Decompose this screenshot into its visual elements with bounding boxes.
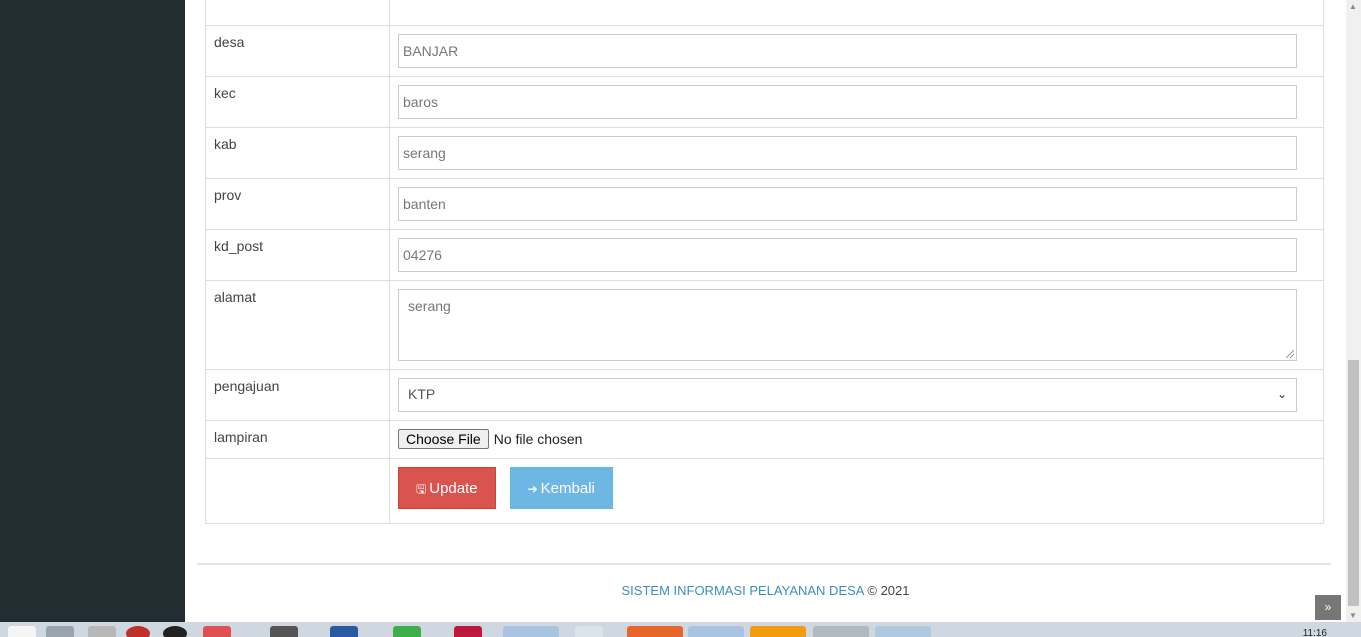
update-label: Update (429, 480, 478, 497)
label-pengajuan: pengajuan (205, 369, 390, 421)
label-kab: kab (205, 127, 390, 179)
row-lampiran: lampiran Choose File No file chosen (205, 420, 1324, 459)
windows-taskbar: 11:16 (0, 622, 1361, 637)
kd-post-input[interactable]: 04276 (398, 238, 1297, 272)
taskbar-app-icon[interactable] (627, 626, 683, 637)
chrome-icon[interactable] (688, 626, 744, 637)
scroll-down-icon[interactable]: ▼ (1349, 611, 1357, 620)
footer-divider (197, 563, 1331, 565)
label-prov: prov (205, 178, 390, 230)
scroll-thumb[interactable] (1348, 360, 1359, 606)
taskbar-app-icon[interactable] (163, 626, 187, 637)
save-icon: 🖫 (416, 482, 427, 496)
taskbar-app-icon[interactable] (875, 626, 931, 637)
taskbar-app-icon[interactable] (454, 626, 482, 637)
label-kec: kec (205, 76, 390, 128)
back-to-top-button[interactable]: » (1315, 595, 1341, 620)
row-kd-post: kd_post 04276 (205, 229, 1324, 281)
sidebar (0, 0, 185, 622)
taskbar-app-icon[interactable] (46, 626, 74, 637)
row-alamat: alamat serang (205, 280, 1324, 370)
taskbar-app-icon[interactable] (393, 626, 421, 637)
start-icon[interactable] (8, 626, 36, 637)
taskbar-app-icon[interactable] (88, 626, 116, 637)
footer-brand-link[interactable]: SISTEM INFORMASI PELAYANAN DESA (622, 583, 864, 598)
kembali-button[interactable]: ➔ Kembali (509, 467, 613, 509)
footer: SISTEM INFORMASI PELAYANAN DESA © 2021 (185, 583, 1346, 598)
taskbar-app-icon[interactable] (813, 626, 869, 637)
choose-file-button[interactable]: Choose File (398, 429, 489, 449)
kembali-label: Kembali (540, 480, 595, 497)
page-scrollbar[interactable]: ▲ ▼ (1346, 0, 1361, 622)
double-chevron-up-icon: » (1324, 600, 1332, 614)
pengajuan-select[interactable]: KTP ⌄ (398, 378, 1297, 412)
taskbar-app-icon[interactable] (203, 626, 231, 637)
resize-grip-icon[interactable] (1286, 350, 1294, 358)
label-desa: desa (205, 25, 390, 77)
taskbar-app-icon[interactable] (270, 626, 298, 637)
kab-input[interactable]: serang (398, 136, 1297, 170)
label-alamat: alamat (205, 280, 390, 370)
taskbar-app-icon[interactable] (750, 626, 806, 637)
taskbar-app-icon[interactable] (330, 626, 358, 637)
footer-copyright: © 2021 (867, 583, 910, 598)
row-desa: desa BANJAR (205, 25, 1324, 77)
row-pengajuan: pengajuan KTP ⌄ (205, 369, 1324, 421)
taskbar-app-icon[interactable] (126, 626, 150, 637)
row-prov: prov banten (205, 178, 1324, 230)
scroll-up-icon[interactable]: ▲ (1349, 2, 1357, 11)
desa-input[interactable]: BANJAR (398, 34, 1297, 68)
alamat-value: serang (408, 298, 451, 314)
alamat-textarea[interactable]: serang (398, 289, 1297, 361)
file-status: No file chosen (493, 431, 583, 447)
main-content: desa BANJAR kec baros kab serang prov ba… (185, 0, 1346, 622)
label-lampiran: lampiran (205, 420, 390, 459)
label-kd-post: kd_post (205, 229, 390, 281)
kec-input[interactable]: baros (398, 85, 1297, 119)
taskbar-app-icon[interactable] (575, 626, 603, 637)
taskbar-app-icon[interactable] (503, 626, 559, 637)
row-kab: kab serang (205, 127, 1324, 179)
pengajuan-selected: KTP (408, 386, 436, 402)
row-actions: 🖫 Update ➔ Kembali (205, 458, 1324, 524)
prov-input[interactable]: banten (398, 187, 1297, 221)
chevron-down-icon: ⌄ (1276, 387, 1287, 401)
row-kec: kec baros (205, 76, 1324, 128)
update-button[interactable]: 🖫 Update (398, 467, 496, 509)
edit-form-table: desa BANJAR kec baros kab serang prov ba… (205, 0, 1324, 524)
sign-out-icon: ➔ (527, 482, 538, 496)
taskbar-clock: 11:16 (1302, 628, 1327, 637)
